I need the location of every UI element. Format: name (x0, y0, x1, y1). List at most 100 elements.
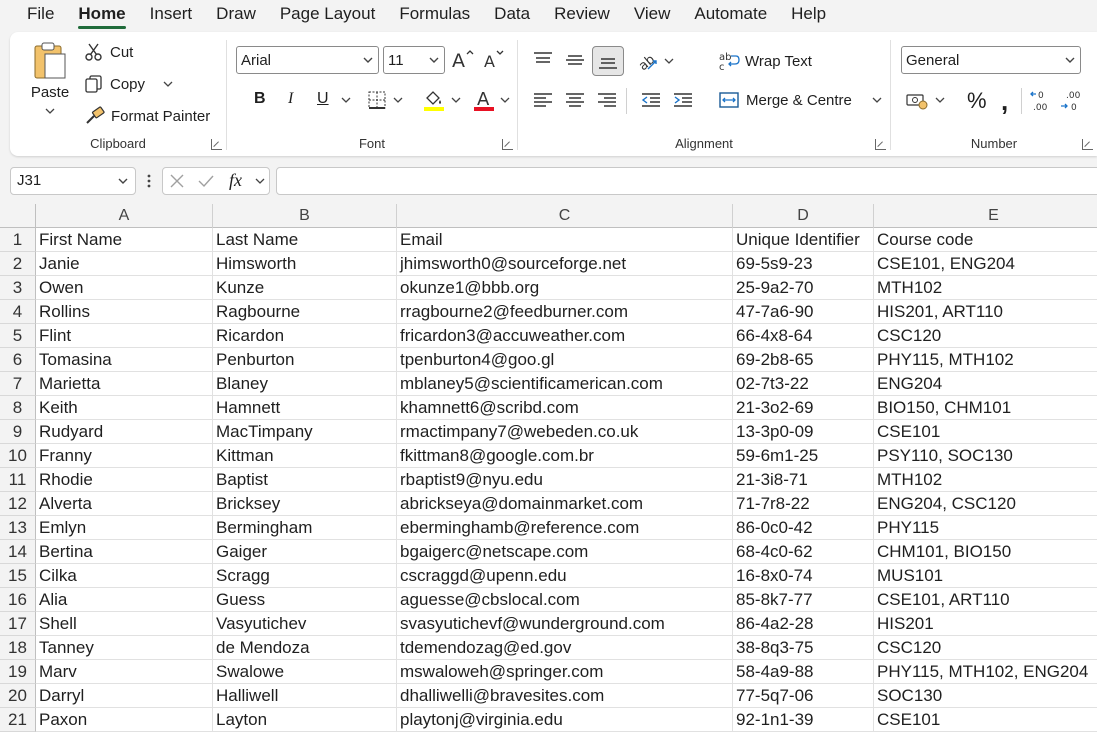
enter-check-icon[interactable] (197, 173, 215, 189)
cut-button[interactable]: Cut (84, 40, 133, 64)
cell-b[interactable]: Ragbourne (213, 300, 397, 324)
row-header[interactable]: 10 (0, 444, 36, 468)
cell-b[interactable]: Vasyutichev (213, 612, 397, 636)
row-header[interactable]: 20 (0, 684, 36, 708)
cell-a[interactable]: Franny (36, 444, 213, 468)
font-name-combo[interactable]: Arial (236, 46, 379, 74)
row-header[interactable]: 21 (0, 708, 36, 732)
cell-c[interactable]: bgaigerc@netscape.com (397, 540, 733, 564)
cell-d[interactable]: 69-5s9-23 (733, 252, 874, 276)
cell-e[interactable]: PHY115, MTH102 (874, 348, 1097, 372)
font-launcher-icon[interactable] (502, 139, 513, 150)
cell-a[interactable]: First Name (36, 228, 213, 252)
cell-e[interactable]: CSE101 (874, 420, 1097, 444)
cell-d[interactable]: 68-4c0-62 (733, 540, 874, 564)
column-header-d[interactable]: D (733, 204, 874, 228)
decrease-indent-button[interactable] (640, 90, 662, 110)
cell-d[interactable]: 13-3p0-09 (733, 420, 874, 444)
cell-e[interactable]: HIS201 (874, 612, 1097, 636)
cell-e[interactable]: ENG204, CSC120 (874, 492, 1097, 516)
menu-draw[interactable]: Draw (204, 0, 268, 30)
cell-b[interactable]: Baptist (213, 468, 397, 492)
underline-button[interactable]: U (317, 90, 329, 108)
paste-button[interactable]: Paste (28, 40, 72, 115)
cell-d[interactable]: 59-6m1-25 (733, 444, 874, 468)
cell-e[interactable]: PHY115, MTH102, ENG204 (874, 660, 1097, 684)
wrap-text-button[interactable]: ab c Wrap Text (718, 50, 812, 72)
cell-a[interactable]: Rudyard (36, 420, 213, 444)
cell-e[interactable]: CSE101, ART110 (874, 588, 1097, 612)
cell-e[interactable]: CHM101, BIO150 (874, 540, 1097, 564)
row-header[interactable]: 7 (0, 372, 36, 396)
cell-b[interactable]: Layton (213, 708, 397, 732)
column-header-c[interactable]: C (397, 204, 733, 228)
cell-e[interactable]: Course code (874, 228, 1097, 252)
cell-b[interactable]: de Mendoza (213, 636, 397, 660)
cell-e[interactable]: MTH102 (874, 468, 1097, 492)
menu-home[interactable]: Home (66, 0, 137, 30)
cell-a[interactable]: Emlyn (36, 516, 213, 540)
cell-e[interactable]: MUS101 (874, 564, 1097, 588)
row-header[interactable]: 16 (0, 588, 36, 612)
comma-style-button[interactable]: , (1001, 86, 1008, 117)
name-box[interactable]: J31 (10, 167, 136, 195)
cell-c[interactable]: Email (397, 228, 733, 252)
menu-view[interactable]: View (622, 0, 683, 30)
cell-c[interactable]: abrickseya@domainmarket.com (397, 492, 733, 516)
align-center-button[interactable] (564, 90, 586, 110)
number-launcher-icon[interactable] (1082, 139, 1093, 150)
menu-insert[interactable]: Insert (138, 0, 205, 30)
cell-a[interactable]: Paxon (36, 708, 213, 732)
decrease-font-size-button[interactable]: A (483, 48, 507, 70)
cell-a[interactable]: Alverta (36, 492, 213, 516)
cell-b[interactable]: MacTimpany (213, 420, 397, 444)
cell-d[interactable]: 21-3i8-71 (733, 468, 874, 492)
font-size-combo[interactable]: 11 (383, 46, 445, 74)
column-header-e[interactable]: E (874, 204, 1097, 228)
merge-centre-button[interactable]: Merge & Centre (718, 90, 882, 110)
italic-button[interactable]: I (288, 90, 293, 108)
cell-e[interactable]: PSY110, SOC130 (874, 444, 1097, 468)
cell-a[interactable]: Marv (36, 660, 213, 684)
number-format-combo[interactable]: General (901, 46, 1081, 74)
row-header[interactable]: 15 (0, 564, 36, 588)
cell-b[interactable]: Blaney (213, 372, 397, 396)
increase-font-size-button[interactable]: A (451, 48, 475, 70)
cell-a[interactable]: Cilka (36, 564, 213, 588)
row-header[interactable]: 14 (0, 540, 36, 564)
cell-b[interactable]: Kunze (213, 276, 397, 300)
cell-e[interactable]: ENG204 (874, 372, 1097, 396)
cell-b[interactable]: Kittman (213, 444, 397, 468)
cell-b[interactable]: Himsworth (213, 252, 397, 276)
cell-e[interactable]: HIS201, ART110 (874, 300, 1097, 324)
top-align-button[interactable] (532, 50, 554, 70)
cell-b[interactable]: Last Name (213, 228, 397, 252)
cell-c[interactable]: tpenburton4@goo.gl (397, 348, 733, 372)
cell-e[interactable]: CSE101, ENG204 (874, 252, 1097, 276)
select-all-corner[interactable] (0, 204, 36, 228)
cell-e[interactable]: CSC120 (874, 636, 1097, 660)
underline-chevron-icon[interactable] (341, 96, 351, 104)
cell-d[interactable]: 02-7t3-22 (733, 372, 874, 396)
font-color-button[interactable]: A (473, 88, 510, 112)
cell-b[interactable]: Scragg (213, 564, 397, 588)
row-header[interactable]: 13 (0, 516, 36, 540)
row-header[interactable]: 19 (0, 660, 36, 684)
row-header[interactable]: 12 (0, 492, 36, 516)
cell-c[interactable]: rragbourne2@feedburner.com (397, 300, 733, 324)
cell-a[interactable]: Alia (36, 588, 213, 612)
cell-c[interactable]: mblaney5@scientificamerican.com (397, 372, 733, 396)
cell-c[interactable]: rmactimpany7@webeden.co.uk (397, 420, 733, 444)
row-header[interactable]: 4 (0, 300, 36, 324)
cell-a[interactable]: Owen (36, 276, 213, 300)
cell-e[interactable]: PHY115 (874, 516, 1097, 540)
cell-b[interactable]: Halliwell (213, 684, 397, 708)
cell-c[interactable]: fkittman8@google.com.br (397, 444, 733, 468)
insert-function-button[interactable]: fx (229, 170, 242, 191)
menu-page-layout[interactable]: Page Layout (268, 0, 387, 30)
cell-c[interactable]: dhalliwelli@bravesites.com (397, 684, 733, 708)
cell-d[interactable]: 21-3o2-69 (733, 396, 874, 420)
cell-c[interactable]: khamnett6@scribd.com (397, 396, 733, 420)
cell-b[interactable]: Penburton (213, 348, 397, 372)
percent-style-button[interactable]: % (967, 88, 987, 114)
